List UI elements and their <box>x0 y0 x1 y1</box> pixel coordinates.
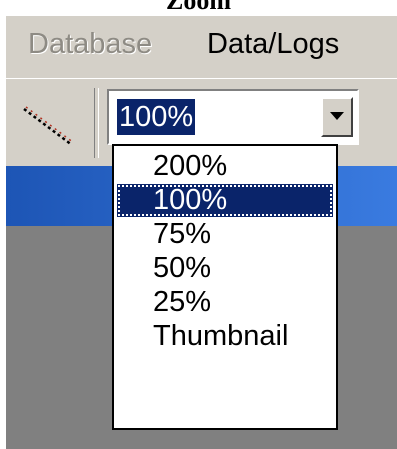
chevron-down-icon <box>330 112 344 120</box>
zoom-value[interactable]: 100% <box>117 99 196 135</box>
menu-bar: Database Data/Logs <box>6 16 397 74</box>
line-icon-graphic <box>23 106 75 146</box>
zoom-option-25[interactable]: 25% <box>117 286 333 319</box>
zoom-option-200[interactable]: 200% <box>117 150 333 183</box>
zoom-option-75[interactable]: 75% <box>117 218 333 251</box>
line-tool-icon[interactable] <box>18 103 78 151</box>
caption-title: Zoom <box>166 0 231 15</box>
zoom-option-100[interactable]: 100% <box>117 184 333 217</box>
zoom-dropdown-button[interactable] <box>321 97 353 137</box>
app-window: Database Data/Logs 100% 200% 100% 75% 50… <box>6 16 397 449</box>
zoom-dropdown-list[interactable]: 200% 100% 75% 50% 25% Thumbnail <box>112 144 338 430</box>
zoom-option-thumbnail[interactable]: Thumbnail <box>117 320 333 353</box>
zoom-combobox[interactable]: 100% <box>107 89 359 145</box>
zoom-caption: Zoom <box>0 0 397 16</box>
zoom-option-50[interactable]: 50% <box>117 252 333 285</box>
toolbar-grip[interactable] <box>94 88 99 158</box>
menu-database[interactable]: Database <box>28 27 152 61</box>
menu-data-logs[interactable]: Data/Logs <box>207 27 339 61</box>
